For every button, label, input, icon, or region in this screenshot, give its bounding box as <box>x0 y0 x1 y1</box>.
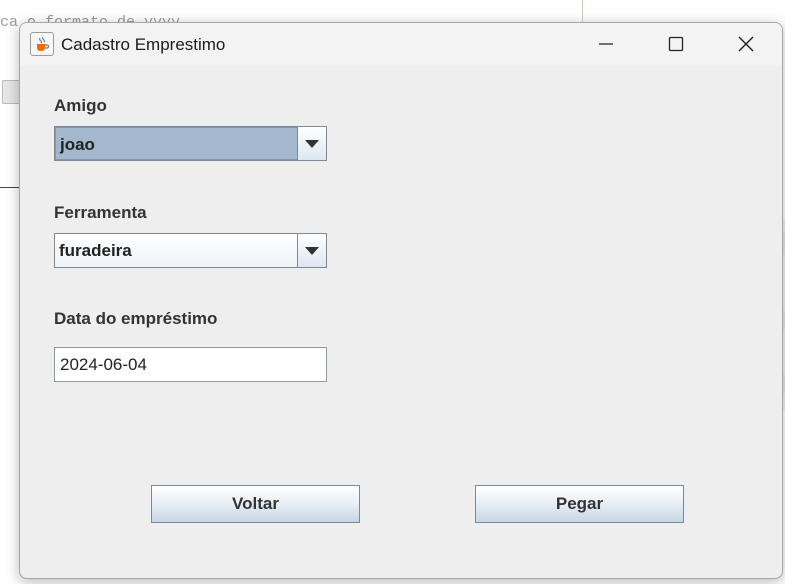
amigo-combobox[interactable]: joao <box>54 126 327 161</box>
background-divider <box>582 0 583 22</box>
data-emprestimo-field[interactable]: 2024-06-04 <box>54 347 327 382</box>
maximize-icon <box>668 36 684 52</box>
title-bar[interactable]: Cadastro Emprestimo <box>20 23 782 66</box>
pegar-button[interactable]: Pegar <box>475 485 684 523</box>
data-emprestimo-label: Data do empréstimo <box>54 309 218 328</box>
window-title: Cadastro Emprestimo <box>61 35 226 54</box>
ferramenta-combobox[interactable]: furadeira <box>54 233 327 268</box>
minimize-icon <box>599 43 613 45</box>
maximize-button[interactable] <box>644 23 708 66</box>
ferramenta-label: Ferramenta <box>54 203 147 222</box>
ferramenta-selected-value: furadeira <box>55 234 299 267</box>
close-icon <box>738 36 754 52</box>
cadastro-emprestimo-dialog: Cadastro Emprestimo Amigo joao Ferrament… <box>19 22 783 579</box>
background-divider <box>0 187 20 188</box>
chevron-down-icon[interactable] <box>297 127 326 160</box>
minimize-button[interactable] <box>574 23 638 66</box>
java-cup-icon <box>30 32 54 56</box>
close-button[interactable] <box>714 23 778 66</box>
voltar-button[interactable]: Voltar <box>151 485 360 523</box>
amigo-label: Amigo <box>54 96 107 115</box>
chevron-down-icon[interactable] <box>297 234 326 267</box>
amigo-selected-value: joao <box>55 127 299 160</box>
